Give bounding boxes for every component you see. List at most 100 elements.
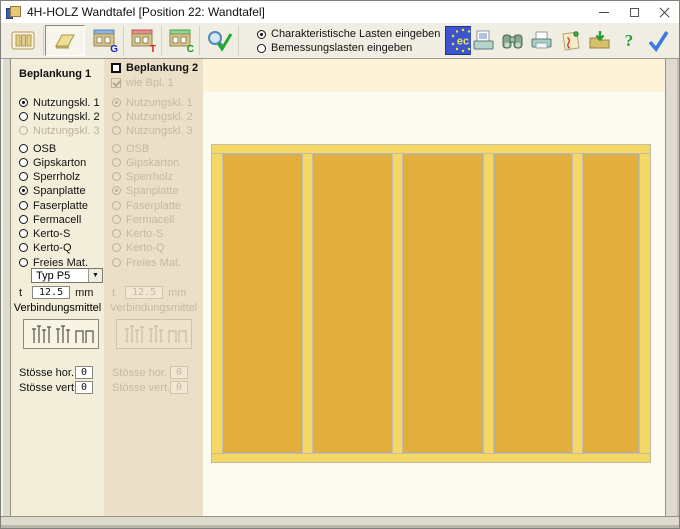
wall-frame-button[interactable] [3,25,44,56]
p1-sperrholz-radio[interactable]: Sperrholz [19,170,80,183]
wall-frame-icon [10,30,38,52]
radio-icon [19,98,28,107]
radio-icon [112,229,121,238]
p2-stoesse-hor-input [170,366,188,379]
p1-type-select[interactable]: Typ P5 ▼ [31,268,103,283]
p1-faserplatte-radio[interactable]: Faserplatte [19,199,88,212]
sheathing-panel [223,154,302,453]
radio-icon [19,126,28,135]
radio-icon [112,158,121,167]
radio-icon [112,201,121,210]
notes-button[interactable] [558,26,584,55]
drawing-area-header-band [203,59,665,92]
radio-icon [19,258,28,267]
sheathing-panel-button[interactable] [45,25,85,56]
radio-icon [19,144,28,153]
p1-stoesse-hor-input[interactable] [75,366,93,379]
p1-stoesse-hor-label: Stösse hor. [19,367,74,379]
design-loads-radio[interactable]: Bemessungslasten eingeben [257,41,440,55]
wall-g-icon: G [92,28,119,53]
wall-panel-drawing [211,144,651,463]
p1-spanplatte-radio[interactable]: Spanplatte [19,184,86,197]
radio-icon [19,112,28,121]
minimize-button[interactable] [589,1,619,23]
p2-stoesse-hor-row: Stösse hor. [112,366,167,379]
search-button[interactable] [500,26,526,55]
radio-icon [112,144,121,153]
minimize-icon [599,12,609,13]
p2-t-unit: mm [168,287,186,299]
svg-text:ec: ec [457,36,469,48]
p1-t-label: t [19,287,22,299]
p1-stoesse-vert-label: Stösse vert. [19,382,77,394]
stud [483,154,494,453]
p2-fermacell-radio: Fermacell [112,213,174,226]
print-button[interactable] [529,26,555,55]
stud [639,154,651,453]
p1-thickness-row: t mm [19,286,93,299]
confirm-button[interactable] [645,26,671,55]
p2-stoesse-vert-input [170,381,188,394]
p2-osb-radio: OSB [112,142,149,155]
radio-icon [19,186,28,195]
help-button[interactable]: ? [616,26,642,55]
stud [392,154,403,453]
load-mode-group: Charakteristische Lasten eingeben Bemess… [257,27,440,55]
radio-icon [19,215,28,224]
save-to-folder-button[interactable] [587,26,613,55]
close-button[interactable] [649,1,679,23]
check-view-button[interactable] [201,25,239,56]
radio-icon [112,126,121,135]
p2-stoesse-vert-label: Stösse vert. [112,382,170,394]
maximize-button[interactable] [619,1,649,23]
p1-stoesse-vert-row: Stösse vert. [19,381,77,394]
window-border-left [1,59,11,516]
pinned-note-icon [559,29,583,53]
printer-icon [530,29,554,53]
beplankung1-header: Beplankung 1 [19,67,91,80]
wall-g-button[interactable]: G [87,25,124,56]
svg-text:C: C [187,44,194,53]
p2-verbindungsmittel-label: Verbindungsmittel [104,302,203,314]
wall-t-icon: T [130,28,157,53]
p1-kerto-q-radio[interactable]: Kerto-Q [19,241,72,254]
p2-thickness-input [125,286,163,299]
radio-icon [112,172,121,181]
title-bar: 4H-HOLZ Wandtafel [Position 22: Wandtafe… [1,1,679,23]
p1-nutzungskl2-radio[interactable]: Nutzungskl. 2 [19,110,100,123]
radio-icon [112,243,121,252]
p2-kerto-q-radio: Kerto-Q [112,241,165,254]
wall-c-button[interactable]: C [163,25,200,56]
print-preview-button[interactable] [471,26,497,55]
p1-fastener-button[interactable] [23,319,99,349]
svg-text:T: T [150,44,156,53]
radio-icon [257,44,266,53]
beplankung2-panel: Beplankung 2 wie Bpl. 1 Nutzungskl. 1 Nu… [104,59,203,516]
p1-fermacell-radio[interactable]: Fermacell [19,213,81,226]
p2-nutzungskl2-radio: Nutzungskl. 2 [112,110,193,123]
radio-icon [112,215,121,224]
p2-nutzungskl1-radio: Nutzungskl. 1 [112,96,193,109]
p1-osb-radio[interactable]: OSB [19,142,56,155]
p2-t-label: t [112,287,115,299]
maximize-icon [630,8,639,17]
beplankung1-panel: Beplankung 1 Nutzungskl. 1 Nutzungskl. 2… [11,59,104,516]
stud [211,154,223,453]
radio-icon [19,229,28,238]
nails-staples-icon [121,323,187,345]
p1-stoesse-vert-input[interactable] [75,381,93,394]
stud [572,154,583,453]
chevron-down-icon[interactable]: ▼ [88,269,102,282]
radio-icon [112,258,121,267]
toolbar: G T C [1,23,679,59]
beplankung2-checkbox[interactable]: Beplankung 2 [111,61,198,74]
p2-freies-mat-radio: Freies Mat. [112,256,181,269]
char-loads-radio[interactable]: Charakteristische Lasten eingeben [257,27,440,41]
radio-icon [19,243,28,252]
p1-kerto-s-radio[interactable]: Kerto-S [19,227,70,240]
p1-thickness-input[interactable] [32,286,70,299]
p2-fastener-button [116,319,192,349]
wall-t-button[interactable]: T [125,25,162,56]
p1-nutzungskl1-radio[interactable]: Nutzungskl. 1 [19,96,100,109]
p1-gipskarton-radio[interactable]: Gipskarton [19,156,86,169]
